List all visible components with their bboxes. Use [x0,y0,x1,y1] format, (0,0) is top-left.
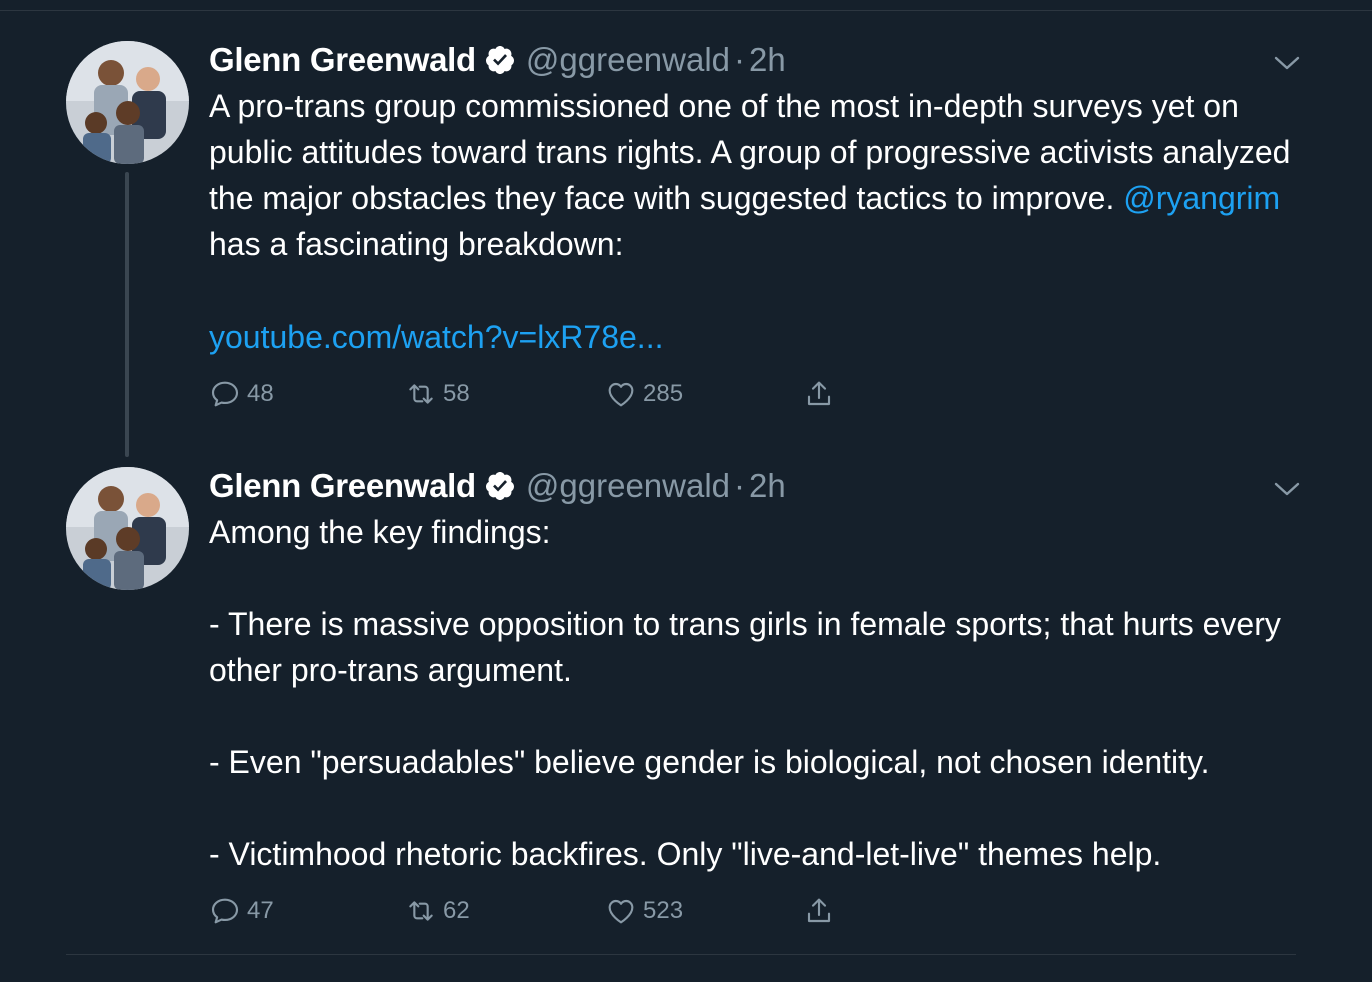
tweet-text: A pro-trans group commissioned one of th… [209,83,1309,267]
thread-connector [125,172,129,457]
like-button[interactable]: 285 [605,378,683,410]
separator-dot: · [734,41,746,78]
retweet-count: 58 [443,380,470,407]
retweet-icon [409,901,433,921]
tweet-text: Among the key findings: - There is massi… [209,514,1281,872]
verified-badge-icon [485,472,514,500]
tweet-header: Glenn Greenwald @ggreenwald · 2h [209,466,786,506]
retweet-button[interactable]: 62 [405,895,470,927]
heart-icon [608,382,634,407]
avatar[interactable] [66,41,189,164]
url-link[interactable]: youtube.com/watch?v=lxR78e... [209,319,663,355]
like-button[interactable]: 523 [605,895,683,927]
retweet-icon [409,384,433,404]
reply-button[interactable]: 48 [209,378,274,410]
share-icon [807,381,831,406]
tweet-link-row: youtube.com/watch?v=lxR78e... [209,314,1309,360]
reply-icon [211,381,239,407]
retweet-button[interactable]: 58 [405,378,470,410]
like-count: 523 [643,897,684,924]
mention-link[interactable]: @ryangrim [1123,180,1280,216]
reply-icon [211,898,239,924]
tweet-header: Glenn Greenwald @ggreenwald · 2h [209,40,786,80]
verified-badge-icon [485,46,514,74]
share-button[interactable] [803,895,841,927]
chevron-down-icon[interactable] [1272,48,1302,78]
share-button[interactable] [803,378,841,410]
timestamp[interactable]: 2h [749,467,786,505]
author-handle[interactable]: @ggreenwald [526,41,730,79]
author-name[interactable]: Glenn Greenwald [209,41,476,79]
like-count: 285 [643,380,684,407]
separator-dot: · [734,467,746,504]
chevron-down-icon[interactable] [1272,474,1302,504]
share-icon [807,898,831,923]
reply-count: 48 [247,380,274,407]
top-divider [0,10,1372,11]
retweet-count: 62 [443,897,470,924]
author-name[interactable]: Glenn Greenwald [209,467,476,505]
heart-icon [608,899,634,924]
reply-button[interactable]: 47 [209,895,274,927]
author-handle[interactable]: @ggreenwald [526,467,730,505]
avatar[interactable] [66,467,189,590]
reply-count: 47 [247,897,274,924]
timestamp[interactable]: 2h [749,41,786,79]
bottom-divider [66,954,1296,955]
